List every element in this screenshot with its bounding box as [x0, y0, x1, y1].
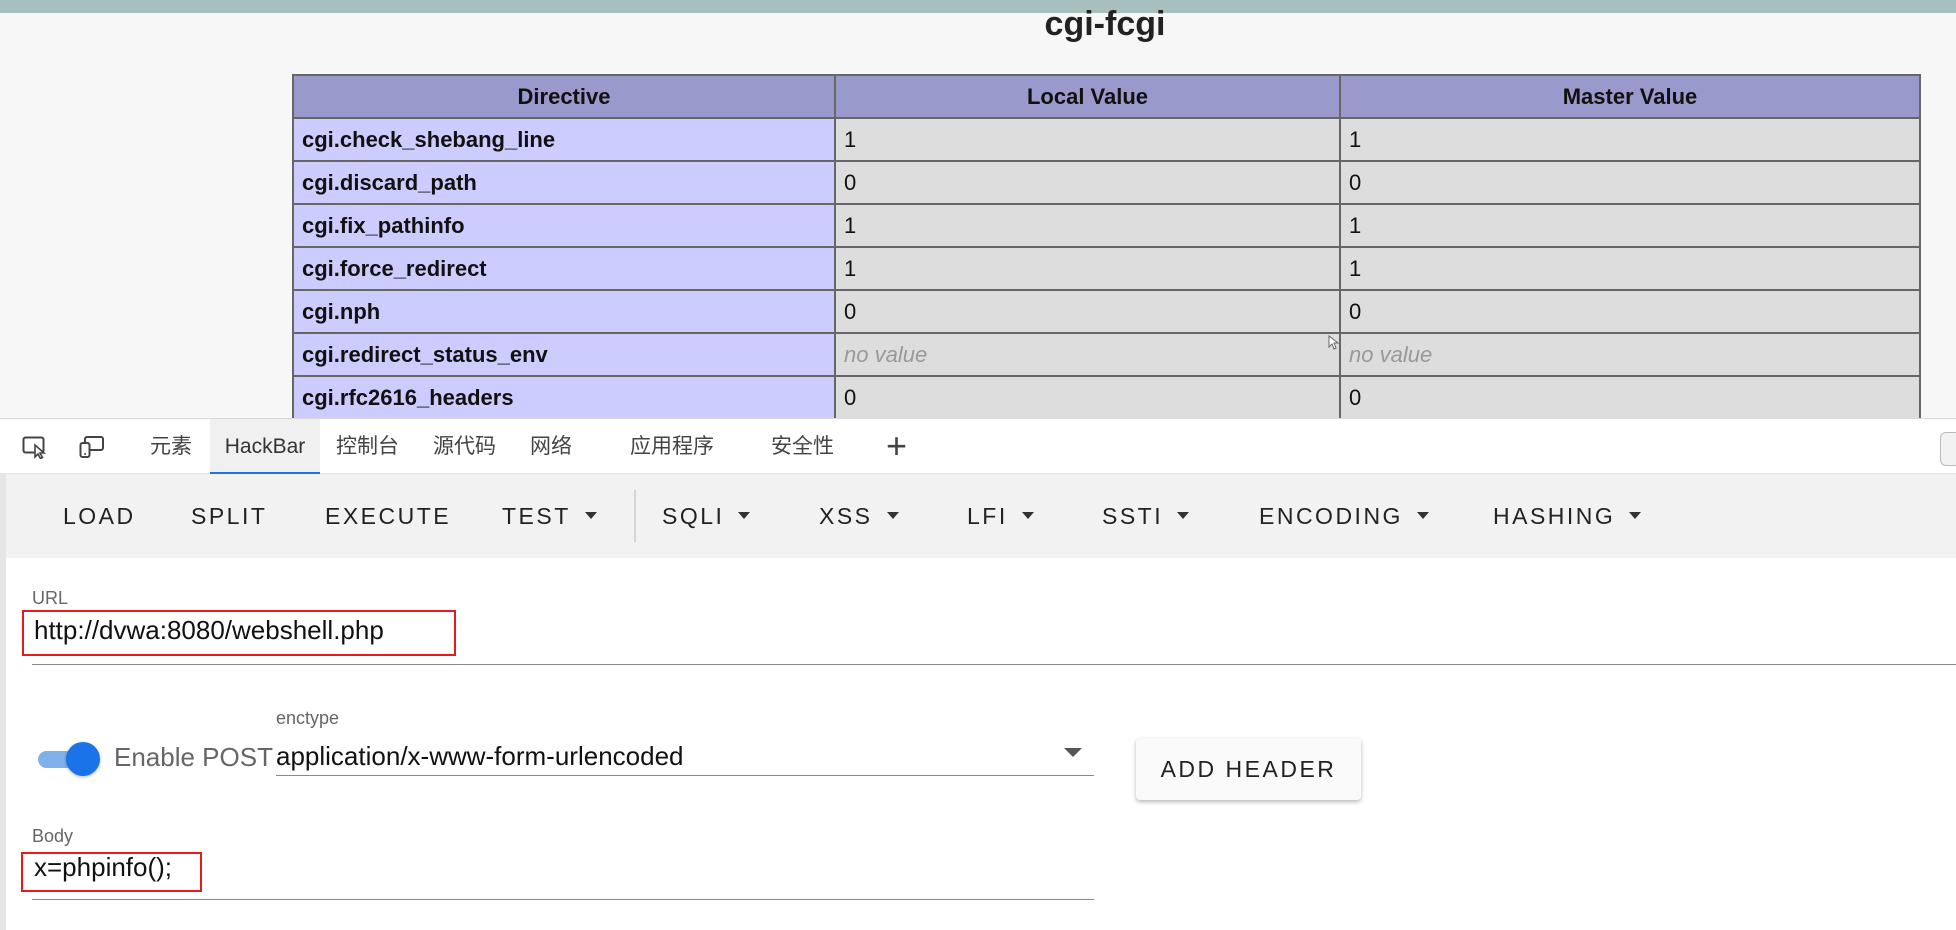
hashing-menu-label: HASHING [1493, 503, 1616, 529]
encoding-menu-label: ENCODING [1259, 503, 1403, 529]
load-button[interactable]: LOAD [63, 474, 136, 558]
local-value-cell: 1 [834, 117, 1341, 162]
toggle-knob [66, 742, 100, 776]
table-row: cgi.check_shebang_line 1 1 [292, 117, 1921, 162]
caret-down-icon [1021, 512, 1034, 520]
lfi-menu-button[interactable]: LFI [967, 474, 1034, 558]
column-header-directive: Directive [292, 74, 836, 119]
load-button-label: LOAD [63, 503, 136, 529]
table-row: cgi.fix_pathinfo 1 1 [292, 203, 1921, 248]
caret-down-icon [1177, 512, 1190, 520]
table-row: cgi.nph 0 0 [292, 289, 1921, 334]
add-header-button[interactable]: ADD HEADER [1136, 738, 1361, 800]
hackbar-toolbar: LOAD SPLIT EXECUTE TEST SQLI XSS LFI SST… [6, 474, 1956, 558]
enctype-select-underline [276, 775, 1094, 776]
local-value-cell: 0 [834, 160, 1341, 205]
local-value-cell: 1 [834, 246, 1341, 291]
devtools-tab-bar: 元素 HackBar 控制台 源代码 网络 应用程序 安全性 + [0, 418, 1956, 475]
ssti-menu-label: SSTI [1102, 503, 1164, 529]
tab-security[interactable]: 安全性 [771, 419, 834, 475]
master-value-cell: 0 [1339, 160, 1921, 205]
body-input-underline [32, 899, 1094, 900]
table-row: cgi.redirect_status_env no value no valu… [292, 332, 1921, 377]
page-content: cgi-fcgi Directive Local Value Master Va… [0, 0, 1956, 418]
split-button[interactable]: SPLIT [191, 474, 267, 558]
execute-button-label: EXECUTE [325, 503, 452, 529]
test-menu-button[interactable]: TEST [502, 474, 597, 558]
tab-network[interactable]: 网络 [530, 419, 572, 475]
directive-cell: cgi.nph [292, 289, 836, 334]
config-table: Directive Local Value Master Value cgi.c… [292, 74, 1921, 418]
device-emulation-icon[interactable] [79, 435, 105, 459]
xss-menu-button[interactable]: XSS [819, 474, 899, 558]
master-value-cell: 0 [1339, 289, 1921, 334]
toolbar-divider [634, 490, 636, 542]
column-header-master-value: Master Value [1339, 74, 1921, 119]
tab-hackbar[interactable]: HackBar [210, 419, 320, 475]
master-value-cell: no value [1339, 332, 1921, 377]
table-header-row: Directive Local Value Master Value [292, 74, 1921, 119]
directive-cell: cgi.force_redirect [292, 246, 836, 291]
master-value-cell: 0 [1339, 375, 1921, 418]
caret-down-icon [886, 512, 899, 520]
master-value-cell: 1 [1339, 246, 1921, 291]
hashing-menu-button[interactable]: HASHING [1493, 474, 1642, 558]
tab-elements[interactable]: 元素 [150, 419, 192, 475]
master-value-cell: 1 [1339, 117, 1921, 162]
local-value-cell: 0 [834, 289, 1341, 334]
execute-button[interactable]: EXECUTE [325, 474, 451, 558]
split-button-label: SPLIT [191, 503, 268, 529]
enable-post-toggle[interactable] [36, 740, 102, 778]
tab-console[interactable]: 控制台 [336, 419, 399, 475]
xss-menu-label: XSS [819, 503, 873, 529]
table-row: cgi.rfc2616_headers 0 0 [292, 375, 1921, 418]
local-value-cell: 0 [834, 375, 1341, 418]
enctype-label: enctype [276, 708, 340, 728]
ssti-menu-button[interactable]: SSTI [1102, 474, 1190, 558]
table-row: cgi.force_redirect 1 1 [292, 246, 1921, 291]
mouse-pointer-icon [1328, 335, 1340, 350]
column-header-local-value: Local Value [834, 74, 1341, 119]
directive-cell: cgi.discard_path [292, 160, 836, 205]
directive-cell: cgi.check_shebang_line [292, 117, 836, 162]
section-title: cgi-fcgi [1044, 5, 1166, 43]
master-value-cell: 1 [1339, 203, 1921, 248]
enable-post-label: Enable POST [114, 742, 273, 772]
directive-cell: cgi.rfc2616_headers [292, 375, 836, 418]
caret-down-icon [1416, 512, 1429, 520]
caret-down-icon [584, 512, 597, 520]
tab-sources[interactable]: 源代码 [433, 419, 496, 475]
url-highlight-box [22, 610, 456, 656]
local-value-cell: no value [834, 332, 1341, 377]
body-label: Body [32, 826, 74, 846]
inspect-element-icon[interactable] [22, 435, 48, 459]
test-menu-label: TEST [502, 503, 571, 529]
devtools-edge-button[interactable] [1940, 432, 1956, 466]
url-input-underline [32, 664, 1956, 665]
lfi-menu-label: LFI [967, 503, 1008, 529]
caret-down-icon [738, 512, 751, 520]
url-label: URL [32, 588, 69, 608]
caret-down-icon [1629, 512, 1642, 520]
sqli-menu-button[interactable]: SQLI [662, 474, 751, 558]
encoding-menu-button[interactable]: ENCODING [1259, 474, 1429, 558]
local-value-cell: 1 [834, 203, 1341, 248]
table-row: cgi.discard_path 0 0 [292, 160, 1921, 205]
add-tab-button[interactable]: + [886, 427, 907, 465]
directive-cell: cgi.redirect_status_env [292, 332, 836, 377]
body-highlight-box [21, 852, 202, 892]
enctype-select[interactable]: application/x-www-form-urlencoded [276, 741, 684, 772]
directive-cell: cgi.fix_pathinfo [292, 203, 836, 248]
dropdown-arrow-icon[interactable] [1064, 748, 1082, 757]
sqli-menu-label: SQLI [662, 503, 725, 529]
tab-application[interactable]: 应用程序 [630, 419, 714, 475]
